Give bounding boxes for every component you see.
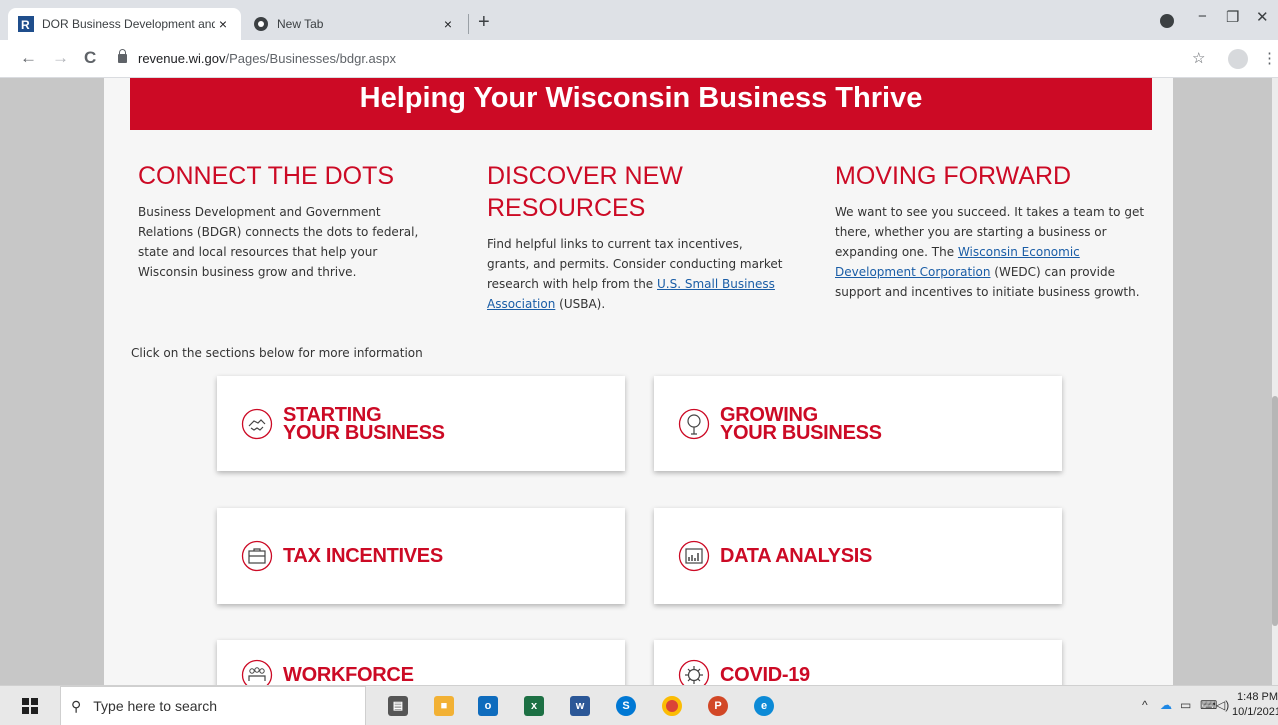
tab-close-icon[interactable]: × bbox=[440, 16, 456, 32]
page-viewport: Helping Your Wisconsin Business Thrive C… bbox=[0, 78, 1278, 685]
taskbar-search-placeholder: Type here to search bbox=[93, 698, 218, 714]
onedrive-icon[interactable]: ☁ bbox=[1160, 698, 1172, 712]
card-tax-incentives[interactable]: TAX INCENTIVES bbox=[217, 508, 625, 604]
card-label: STARTING YOUR BUSINESS bbox=[283, 403, 445, 444]
file-explorer-icon[interactable]: ■ bbox=[434, 696, 454, 716]
dor-favicon-icon: R bbox=[18, 16, 34, 32]
taskbar-clock[interactable]: 1:48 PM 10/1/2021 bbox=[1232, 690, 1278, 720]
reload-icon[interactable]: C bbox=[84, 49, 96, 67]
column-heading: CONNECT THE DOTS bbox=[138, 162, 395, 190]
show-hidden-icons-icon[interactable]: ^ bbox=[1142, 698, 1148, 712]
card-label: DATA ANALYSIS bbox=[720, 545, 873, 567]
card-label: TAX INCENTIVES bbox=[283, 545, 443, 567]
column-text: We want to see you succeed. It takes a t… bbox=[835, 202, 1145, 302]
forward-icon[interactable]: → bbox=[52, 49, 69, 67]
card-covid-19[interactable]: COVID-19 bbox=[654, 640, 1062, 685]
card-workforce[interactable]: WORKFORCE bbox=[217, 640, 625, 685]
chrome-favicon-icon bbox=[253, 16, 269, 32]
windows-start-icon[interactable] bbox=[22, 698, 38, 714]
url-field[interactable]: revenue.wi.gov/Pages/Businesses/bdgr.asp… bbox=[138, 51, 396, 66]
excel-icon[interactable]: x bbox=[524, 696, 544, 716]
new-tab-button[interactable]: + bbox=[478, 12, 490, 32]
outlook-icon[interactable]: o bbox=[478, 696, 498, 716]
column-heading: MOVING FORWARD bbox=[835, 162, 1072, 190]
column-text: Find helpful links to current tax incent… bbox=[487, 234, 787, 314]
card-label: WORKFORCE bbox=[283, 664, 414, 685]
column-discover-new-resources: DISCOVER NEW RESOURCES Find helpful link… bbox=[487, 160, 783, 314]
tab-title: New Tab bbox=[277, 17, 324, 31]
tab-title: DOR Business Development and bbox=[42, 17, 215, 31]
taskbar-search-box[interactable]: ⚲ Type here to search bbox=[60, 686, 366, 725]
card-data-analysis[interactable]: DATA ANALYSIS bbox=[654, 508, 1062, 604]
handshake-icon bbox=[241, 408, 273, 439]
briefcase-icon bbox=[241, 540, 273, 572]
svg-text:R: R bbox=[21, 18, 30, 32]
url-path: /Pages/Businesses/bdgr.aspx bbox=[225, 51, 397, 66]
virus-icon bbox=[678, 659, 710, 685]
clock-date: 10/1/2021 bbox=[1232, 706, 1278, 718]
tab-new-tab[interactable]: New Tab × bbox=[241, 8, 468, 40]
url-domain: revenue.wi.gov bbox=[138, 51, 226, 66]
page-scrollbar[interactable] bbox=[1272, 78, 1278, 685]
back-icon[interactable]: ← bbox=[20, 49, 37, 67]
task-view-icon[interactable]: ▤ bbox=[388, 696, 408, 716]
tree-icon bbox=[678, 408, 710, 439]
bookmark-star-icon[interactable]: ☆ bbox=[1192, 49, 1205, 67]
search-icon: ⚲ bbox=[71, 697, 82, 714]
lock-icon[interactable] bbox=[118, 49, 127, 63]
column-connect-the-dots: CONNECT THE DOTS Business Development an… bbox=[138, 160, 448, 282]
edge-icon[interactable]: e bbox=[754, 696, 774, 716]
profile-avatar-icon[interactable] bbox=[1228, 49, 1248, 69]
browser-profile-icon[interactable] bbox=[1160, 14, 1174, 28]
volume-icon[interactable]: ◁) bbox=[1216, 698, 1229, 712]
sections-hint: Click on the sections below for more inf… bbox=[131, 346, 423, 360]
column-heading: DISCOVER NEW RESOURCES bbox=[487, 162, 683, 222]
card-starting-your-business[interactable]: STARTING YOUR BUSINESS bbox=[217, 376, 625, 471]
battery-icon[interactable]: ▭ bbox=[1180, 698, 1191, 712]
hero-banner-title: Helping Your Wisconsin Business Thrive bbox=[130, 78, 1152, 130]
window-close-icon[interactable]: ✕ bbox=[1256, 8, 1269, 26]
tab-separator bbox=[468, 14, 469, 34]
clock-time: 1:48 PM bbox=[1237, 691, 1278, 703]
network-icon[interactable]: ⌨ bbox=[1200, 698, 1217, 712]
chrome-icon[interactable] bbox=[662, 696, 682, 716]
card-growing-your-business[interactable]: GROWING YOUR BUSINESS bbox=[654, 376, 1062, 471]
tab-close-icon[interactable]: × bbox=[215, 16, 231, 32]
card-label: GROWING YOUR BUSINESS bbox=[720, 403, 882, 444]
browser-tab-strip: R DOR Business Development and × New Tab… bbox=[0, 0, 1278, 40]
powerpoint-icon[interactable]: P bbox=[708, 696, 728, 716]
word-icon[interactable]: w bbox=[570, 696, 590, 716]
column-moving-forward: MOVING FORWARD We want to see you succee… bbox=[835, 160, 1145, 302]
address-bar: ← → C revenue.wi.gov/Pages/Businesses/bd… bbox=[0, 40, 1278, 78]
card-label: COVID-19 bbox=[720, 664, 810, 685]
tab-dor-business[interactable]: R DOR Business Development and × bbox=[8, 8, 241, 40]
restore-icon[interactable]: ❐ bbox=[1226, 8, 1239, 26]
windows-taskbar: ⚲ Type here to search ▤ ■ o x w S P e ^ … bbox=[0, 685, 1278, 725]
people-icon bbox=[241, 659, 273, 685]
chart-icon bbox=[678, 540, 710, 572]
column-text-part: (USBA). bbox=[555, 297, 606, 311]
column-text: Business Development and Government Rela… bbox=[138, 205, 419, 279]
minimize-icon[interactable]: − bbox=[1198, 8, 1207, 25]
scrollbar-thumb[interactable] bbox=[1272, 396, 1278, 626]
browser-menu-icon[interactable]: ⋮ bbox=[1262, 49, 1277, 67]
page-content: Helping Your Wisconsin Business Thrive C… bbox=[104, 78, 1173, 685]
skype-icon[interactable]: S bbox=[616, 696, 636, 716]
